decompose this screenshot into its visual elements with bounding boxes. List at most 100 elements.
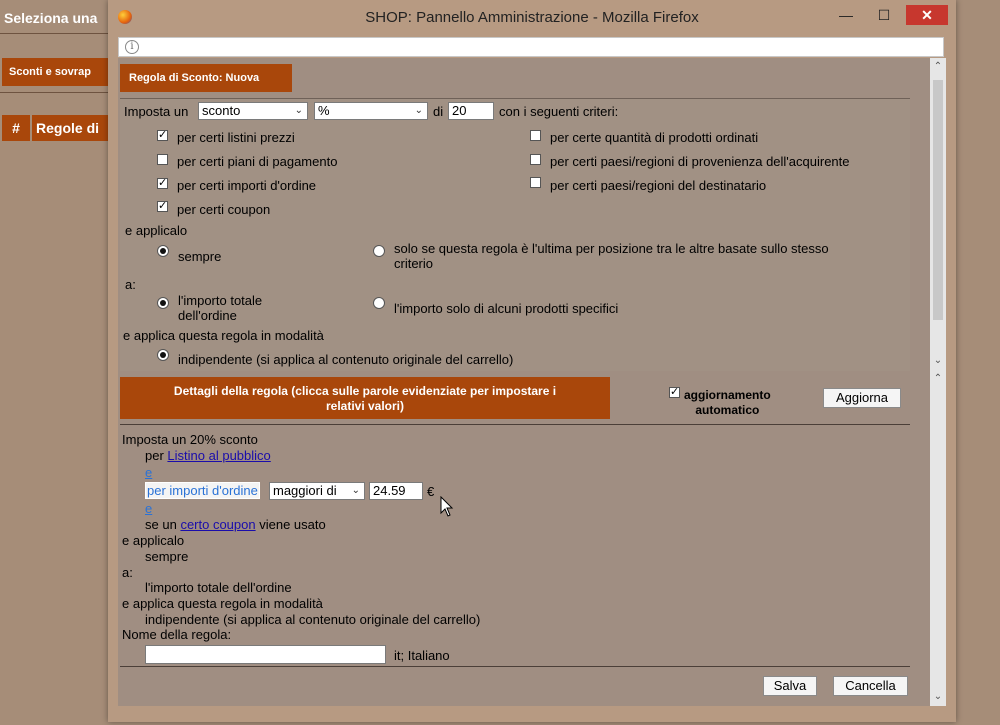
auto-update-line2: automatico [695, 403, 760, 417]
per-line: per Listino al pubblico [145, 448, 271, 463]
radio-solo-ultima-line1: solo se questa regola è l'ultima per pos… [394, 241, 829, 256]
discount-unit-value: % [318, 103, 330, 118]
summary-importo-totale: l'importo totale dell'ordine [145, 580, 292, 595]
details-header: Dettagli della regola (clicca sulle paro… [120, 377, 610, 419]
e-link-1-text[interactable]: e [145, 465, 152, 480]
bg-page-title: Seleziona una [4, 10, 98, 26]
radio-importo-totale[interactable] [157, 297, 169, 309]
scroll-up-icon[interactable]: ⌃ [930, 60, 946, 74]
comparator-select[interactable]: maggiori di ⌄ [269, 482, 365, 500]
chevron-down-icon: ⌄ [294, 105, 303, 116]
summary-modalita: e applica questa regola in modalità [122, 596, 323, 611]
bg-col-regole: Regole di [32, 115, 108, 141]
auto-update-label: aggiornamento automatico [684, 388, 771, 418]
checkbox-listini-label: per certi listini prezzi [177, 130, 295, 145]
coupon-suffix: viene usato [259, 517, 326, 532]
radio-prodotti-specifici-label: l'importo solo di alcuni prodotti specif… [394, 301, 619, 316]
coupon-line: se un certo coupon viene usato [145, 517, 326, 532]
cancel-button[interactable]: Cancella [833, 676, 908, 696]
close-button[interactable]: ✕ [906, 5, 948, 25]
checkbox-importi[interactable]: ✓ [157, 178, 168, 189]
details-header-line2: relativi valori) [325, 399, 405, 413]
checkbox-paesi-provenienza[interactable] [530, 154, 541, 165]
url-bar[interactable]: i [118, 37, 944, 57]
details-header-line1: Dettagli della regola (clicca sulle paro… [173, 384, 557, 398]
rule-header: Regola di Sconto: Nuova [120, 64, 292, 92]
checkbox-piani-label: per certi piani di pagamento [177, 154, 338, 169]
radio-solo-ultima-label: solo se questa regola è l'ultima per pos… [394, 241, 829, 271]
info-icon[interactable]: i [125, 40, 139, 54]
popup-content: Regola di Sconto: Nuova Imposta un scont… [118, 58, 930, 706]
radio-indipendente-label: indipendente (si applica al contenuto or… [178, 352, 514, 367]
apply-label: e applicalo [125, 223, 188, 238]
checkbox-auto-update[interactable]: ✓ [669, 387, 680, 398]
comparator-value: maggiori di [273, 483, 337, 498]
radio-prodotti-specifici[interactable] [373, 297, 385, 309]
criteria-panel: Imposta un sconto ⌄ % ⌄ di 20 con i seguen… [120, 98, 910, 371]
footer-divider [120, 666, 910, 667]
language-label: it; Italiano [394, 648, 450, 663]
summary-title: Imposta un 20% sconto [122, 432, 258, 447]
radio-sempre-label: sempre [178, 249, 222, 264]
checkbox-piani[interactable] [157, 154, 168, 165]
threshold-input[interactable]: 24.59 [369, 482, 423, 500]
per-label: per [145, 448, 164, 463]
a-label: a: [125, 277, 136, 292]
checkbox-paesi-destinatario-label: per certi paesi/regioni del destinatario [550, 178, 767, 193]
e-link-2-text[interactable]: e [145, 501, 152, 516]
update-button[interactable]: Aggiorna [823, 388, 901, 408]
importo-totale-line1: l'importo totale [178, 293, 263, 308]
radio-solo-ultima[interactable] [373, 245, 385, 257]
checkbox-listini[interactable]: ✓ [157, 130, 168, 141]
mode-label: e applica questa regola in modalità [123, 328, 324, 343]
scroll-down-icon[interactable]: ⌄ [930, 354, 946, 368]
rule-name-label: Nome della regola: [122, 627, 232, 642]
criteria-suffix: con i seguenti criteri: [499, 104, 619, 119]
checkbox-quantita[interactable] [530, 130, 541, 141]
bg-col-hash: # [2, 115, 30, 141]
summary-sempre: sempre [145, 549, 189, 564]
discount-type-value: sconto [202, 103, 241, 118]
bg-divider [0, 92, 108, 93]
minimize-button[interactable]: — [832, 4, 860, 26]
currency-label: € [427, 484, 435, 499]
discount-unit-select[interactable]: % ⌄ [314, 102, 428, 120]
coupon-link[interactable]: certo coupon [180, 517, 255, 532]
summary-indipendente: indipendente (si applica al contenuto or… [145, 612, 481, 627]
listino-link[interactable]: Listino al pubblico [167, 448, 270, 463]
amount-input[interactable]: 20 [448, 102, 494, 120]
e-link-1[interactable]: e [145, 465, 152, 480]
summary-a: a: [122, 565, 133, 580]
chevron-down-icon: ⌄ [351, 485, 360, 496]
e-link-2[interactable]: e [145, 501, 152, 516]
maximize-button[interactable]: ☐ [870, 4, 898, 26]
checkbox-quantita-label: per certe quantità di prodotti ordinati [550, 130, 759, 145]
coupon-prefix: se un [145, 517, 177, 532]
checkbox-coupon-label: per certi coupon [177, 202, 271, 217]
bg-divider [0, 33, 108, 34]
checkbox-paesi-destinatario[interactable] [530, 177, 541, 188]
summary-applicalo: e applicalo [122, 533, 185, 548]
save-button[interactable]: Salva [763, 676, 817, 696]
imposta-label: Imposta un [124, 104, 189, 119]
scroll-down-icon[interactable]: ⌄ [930, 690, 946, 704]
vertical-scrollbar[interactable]: ⌃ ⌄ ⌃ ⌄ [930, 58, 946, 706]
di-label: di [433, 104, 444, 119]
details-divider [120, 424, 910, 425]
window-title: SHOP: Pannello Amministrazione - Mozilla… [365, 9, 699, 26]
checkbox-importi-label: per certi importi d'ordine [177, 178, 317, 193]
rule-name-input[interactable] [145, 645, 386, 664]
scrollbar-thumb[interactable] [933, 80, 943, 320]
chevron-down-icon: ⌄ [414, 105, 423, 116]
bg-tab-sconti[interactable]: Sconti e sovrap [2, 58, 108, 86]
window-titlebar[interactable]: SHOP: Pannello Amministrazione - Mozilla… [108, 0, 956, 36]
radio-importo-totale-label: l'importo totale dell'ordine [178, 293, 262, 323]
importi-link[interactable]: per importi d'ordine [145, 482, 260, 499]
discount-type-select[interactable]: sconto ⌄ [198, 102, 308, 120]
radio-indipendente[interactable] [157, 349, 169, 361]
checkbox-coupon[interactable]: ✓ [157, 201, 168, 212]
checkbox-paesi-provenienza-label: per certi paesi/regioni di provenienza d… [550, 154, 850, 169]
scroll-up-icon[interactable]: ⌃ [930, 372, 946, 386]
radio-sempre[interactable] [157, 245, 169, 257]
mouse-cursor-icon [440, 496, 454, 517]
